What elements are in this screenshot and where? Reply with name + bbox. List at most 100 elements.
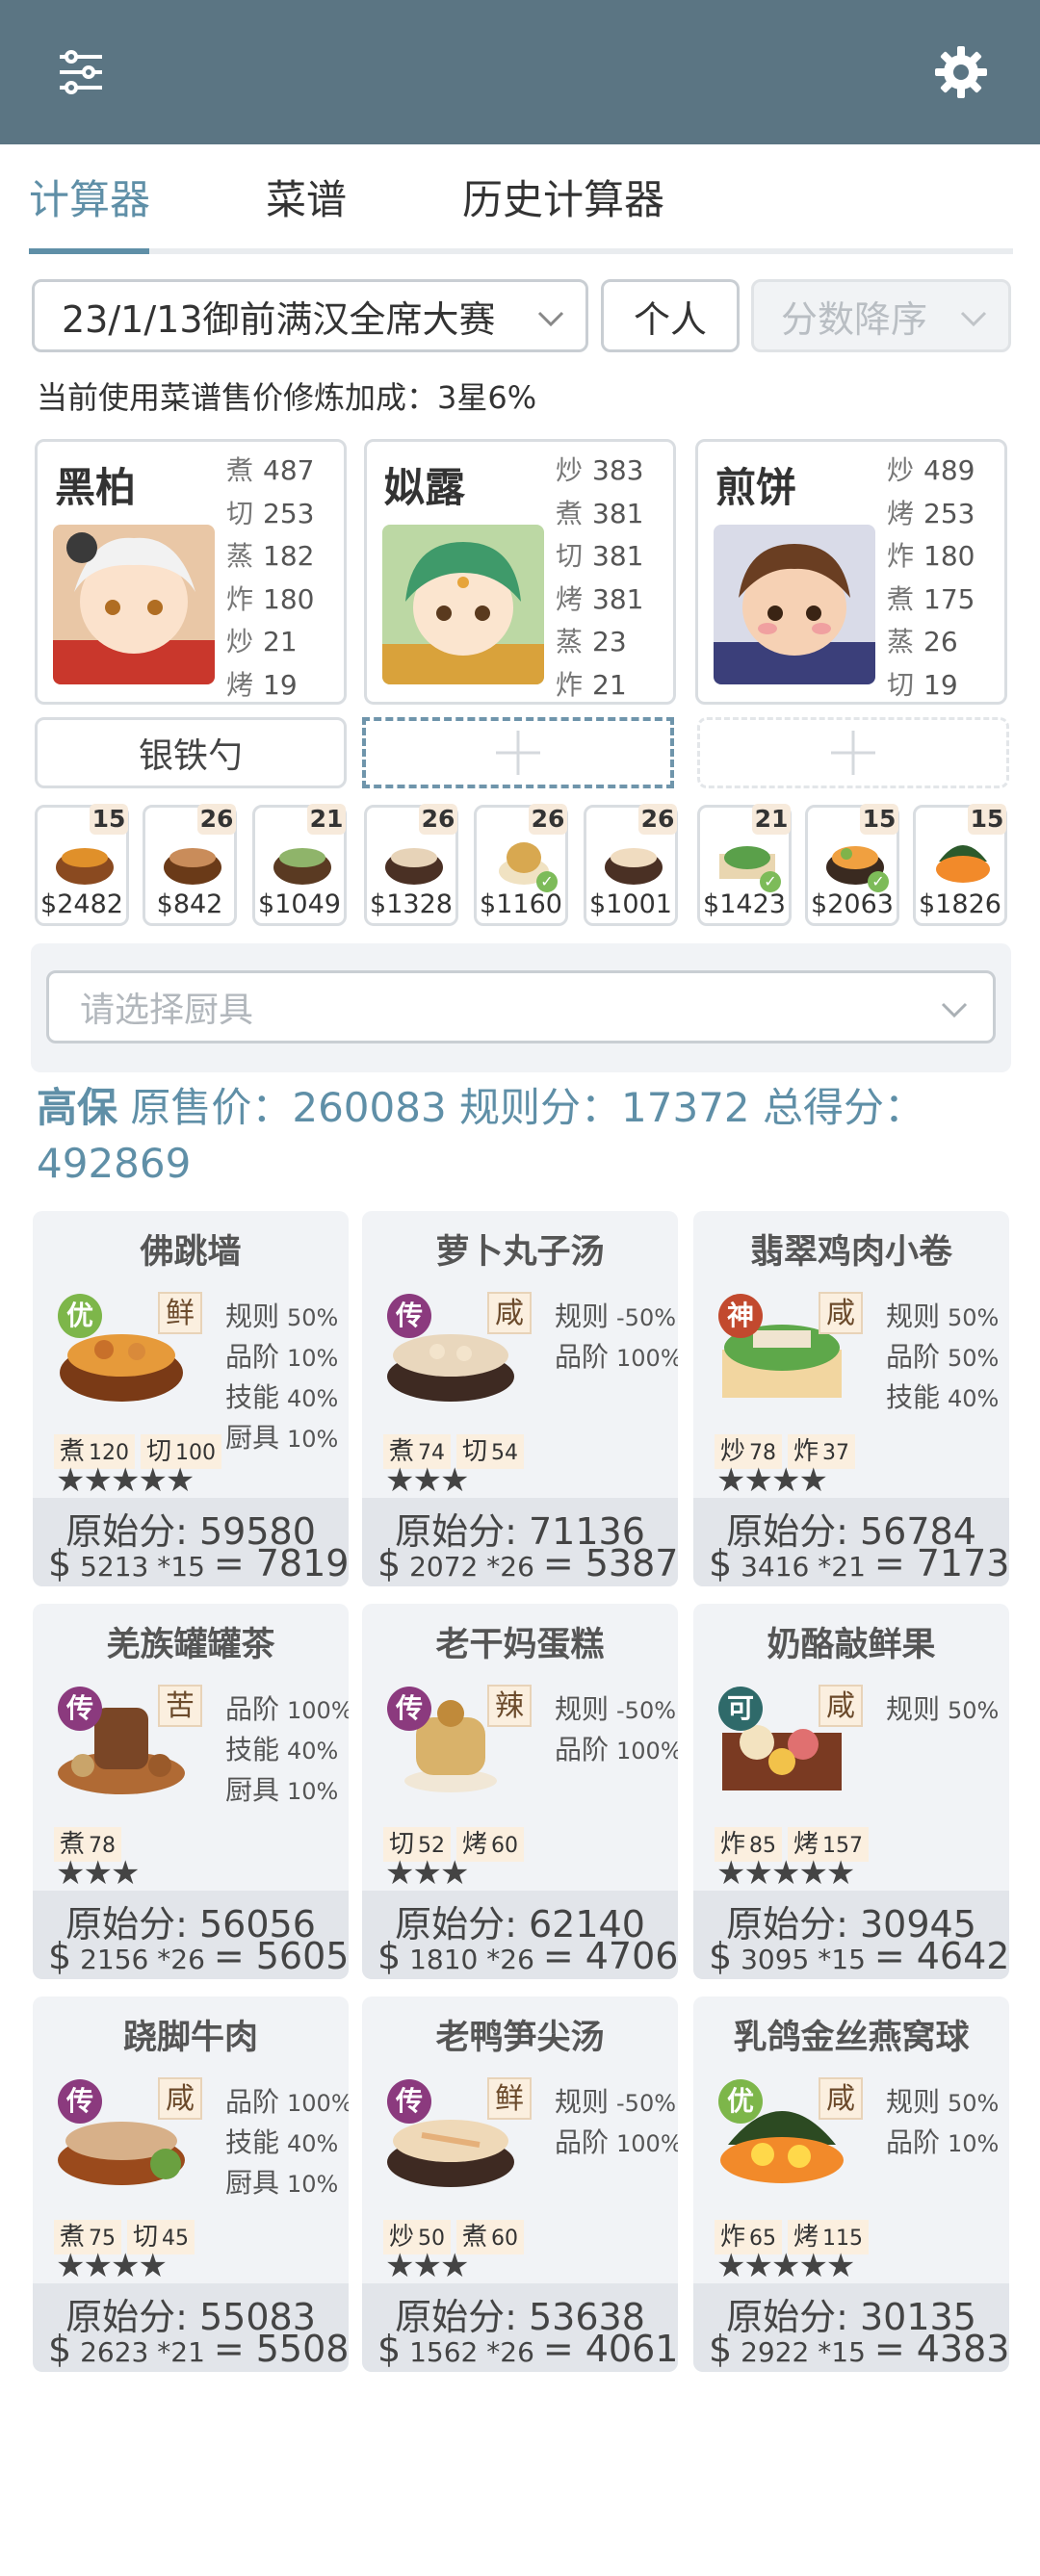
recipe-card[interactable]: 奶酪敲鲜果可咸规则 50% 炸 85 烤 157 ★★★★★ 原始分: 30945 $ 3095… <box>693 1604 1009 1979</box>
recipe-title: 跷脚牛肉 <box>122 2019 258 2057</box>
rarity-badge: 优 <box>718 2079 763 2124</box>
recipe-card[interactable]: 老干妈蛋糕传辣规则 -50% 品阶 100% 切 52 烤 60 ★★★ 原始分: 62140 $ … <box>362 1604 678 1979</box>
dish-slot[interactable]: 15 $2482 <box>35 804 129 926</box>
recipe-title: 老干妈蛋糕 <box>435 1626 605 1664</box>
app-bar <box>0 0 1040 144</box>
total-text: 原售价：260083 规则分：17372 总得分：492869 <box>37 1084 925 1187</box>
rule-row: 厨具 10% <box>225 1774 339 1806</box>
star-rating: ★★★ <box>56 1854 140 1893</box>
tab-calculator[interactable]: 计算器 <box>29 167 150 226</box>
rule-row: 技能 40% <box>886 1381 1000 1413</box>
dish-slot[interactable]: 26 $1001 <box>584 804 678 926</box>
star-rating: ★★★ <box>385 2247 469 2285</box>
rule-row: 规则 -50% <box>555 2086 677 2118</box>
dish-price: $1826 <box>919 889 1001 919</box>
recipe-title: 乳鸽金丝燕窝球 <box>733 2019 970 2057</box>
rarity-badge: 传 <box>387 1687 431 1731</box>
sort-select-value: 分数降序 <box>781 297 928 341</box>
recipe-card[interactable]: 萝卜丸子汤传咸规则 -50% 品阶 100% 煮 74 切 54 ★★★ 原始分: 71136 $ … <box>362 1211 678 1586</box>
recipe-card[interactable]: 老鸭笋尖汤传鲜规则 -50% 品阶 100% 炒 50 煮 60 ★★★ 原始分: 53638 $ … <box>362 1996 678 2372</box>
score-footer: 原始分: 53638$ 1562 *26 = 40612 <box>362 2283 678 2372</box>
rarity-badge: 传 <box>387 1294 431 1338</box>
recipe-card[interactable]: 乳鸽金丝燕窝球优咸规则 50% 品阶 10% 炸 65 烤 115 ★★★★★ 原始分: 3013… <box>693 1996 1009 2372</box>
rule-row: 厨具 10% <box>225 1422 339 1454</box>
add-equip-slot[interactable] <box>362 717 674 788</box>
rarity-badge: 优 <box>58 1294 102 1338</box>
rule-list: 规则 50% 品阶 10% <box>886 2081 999 2162</box>
tab-recipes[interactable]: 菜谱 <box>266 167 347 226</box>
mode-select[interactable]: 个人 <box>601 279 740 352</box>
star-rating: ★★★★★ <box>716 1854 855 1893</box>
rule-row: 品阶 100% <box>555 1734 678 1765</box>
tab-history-calculator[interactable]: 历史计算器 <box>462 167 664 226</box>
rule-row: 规则 -50% <box>555 1301 677 1332</box>
tab-bar: 计算器 菜谱 历史计算器 <box>29 154 1013 254</box>
score-footer: 原始分: 56784$ 3416 *21 = 71736 <box>693 1498 1009 1586</box>
score-calculation: $ 3416 *21 = 71736 <box>709 1542 1009 1584</box>
recipe-title: 翡翠鸡肉小卷 <box>749 1233 952 1272</box>
recipe-title: 老鸭笋尖汤 <box>435 2019 605 2057</box>
dish-price: $842 <box>156 889 223 919</box>
dish-image <box>385 848 443 885</box>
score-footer: 原始分: 71136$ 2072 *26 = 53872 <box>362 1498 678 1586</box>
plus-icon <box>831 731 875 775</box>
dish-price: $1001 <box>589 889 672 919</box>
rule-row: 技能 40% <box>225 2126 339 2158</box>
chef-card[interactable]: 姒露 炒 383 煮 381 切 381 烤 381 蒸 23 炸 21 <box>364 439 676 705</box>
rule-list: 规则 50% <box>886 1688 999 1729</box>
dish-image <box>936 845 990 883</box>
dish-slot[interactable]: 21 ✓ $1423 <box>697 804 792 926</box>
equip-button[interactable]: 银铁勺 <box>35 717 347 788</box>
dish-slot[interactable]: 26 $842 <box>143 804 237 926</box>
chevron-down-icon <box>941 1002 968 1018</box>
recipe-card[interactable]: 跷脚牛肉传咸品阶 100% 技能 40% 厨具 10% 煮 75 切 45 ★★★★ 原始分: 550… <box>33 1996 349 2372</box>
active-tab-indicator <box>29 248 149 254</box>
recipe-title: 佛跳墙 <box>140 1233 242 1272</box>
dish-price: $2063 <box>811 889 894 919</box>
score-calculation: $ 1810 *26 = 47060 <box>377 1935 678 1977</box>
recipe-title: 羌族罐罐茶 <box>106 1626 275 1664</box>
kitchenware-placeholder: 请选择厨具 <box>80 991 254 1030</box>
chef-name: 煎饼 <box>715 464 797 511</box>
chef-card[interactable]: 煎饼 炒 489 烤 253 炸 180 煮 175 蒸 26 切 19 <box>695 439 1007 705</box>
score-footer: 原始分: 56056$ 2156 *26 = 56056 <box>33 1891 349 1979</box>
score-calculation: $ 2623 *21 = 55083 <box>48 2328 349 2370</box>
sort-select[interactable]: 分数降序 <box>751 279 1011 352</box>
rule-list: 品阶 100% 技能 40% 厨具 10% <box>225 1688 349 1810</box>
sliders-icon[interactable] <box>42 34 119 111</box>
rule-row: 品阶 10% <box>886 2126 1000 2158</box>
star-rating: ★★★★ <box>716 1461 828 1500</box>
rule-list: 规则 -50% 品阶 100% <box>555 1296 678 1377</box>
score-footer: 原始分: 55083$ 2623 *21 = 55083 <box>33 2283 349 2372</box>
dish-image <box>164 848 221 885</box>
chef-name: 黑柏 <box>55 464 137 511</box>
rule-list: 规则 50% 品阶 10% 技能 40% 厨具 10% <box>225 1296 338 1457</box>
dish-slot[interactable]: 21 $1049 <box>252 804 347 926</box>
chef-avatar <box>53 525 215 684</box>
flavor-badge: 辣 <box>487 1685 532 1727</box>
contest-select[interactable]: 23/1/13御前满汉全席大赛 <box>32 279 588 352</box>
dish-slot[interactable]: 26 $1328 <box>364 804 458 926</box>
dish-price: $1160 <box>480 889 562 919</box>
dish-slot[interactable]: 26 ✓ $1160 <box>474 804 568 926</box>
gear-icon[interactable] <box>923 34 1000 111</box>
rule-row: 品阶 100% <box>225 2086 349 2118</box>
rule-row: 规则 50% <box>886 2086 1000 2118</box>
score-calculation: $ 3095 *15 = 46425 <box>709 1935 1009 1977</box>
rule-row: 品阶 100% <box>555 2126 678 2158</box>
dish-price: $1423 <box>703 889 786 919</box>
recipe-card[interactable]: 翡翠鸡肉小卷神咸规则 50% 品阶 50% 技能 40% 炒 78 炸 37 ★★★★ 原始分: 56… <box>693 1211 1009 1586</box>
rule-row: 规则 50% <box>886 1301 1000 1332</box>
recipe-card[interactable]: 佛跳墙优鲜规则 50% 品阶 10% 技能 40% 厨具 10% 煮 120 切 100 ★★★★★ 原始… <box>33 1211 349 1586</box>
kitchenware-select[interactable]: 请选择厨具 <box>46 970 996 1043</box>
score-footer: 原始分: 30135$ 2922 *15 = 43830 <box>693 2283 1009 2372</box>
dish-price: $2482 <box>40 889 123 919</box>
rule-row: 规则 50% <box>886 1693 1000 1725</box>
chef-card[interactable]: 黑柏 煮 487 切 253 蒸 182 炸 180 炒 21 烤 19 <box>35 439 347 705</box>
rule-row: 技能 40% <box>225 1734 339 1765</box>
dish-slot[interactable]: 15 $1826 <box>913 804 1007 926</box>
recipe-card[interactable]: 羌族罐罐茶传苦品阶 100% 技能 40% 厨具 10% 煮 78 ★★★ 原始分: 56056 $… <box>33 1604 349 1979</box>
dish-slot[interactable]: 15 ✓ $2063 <box>805 804 899 926</box>
add-equip-slot[interactable] <box>697 717 1009 788</box>
score-footer: 原始分: 59580$ 5213 *15 = 78195 <box>33 1498 349 1586</box>
